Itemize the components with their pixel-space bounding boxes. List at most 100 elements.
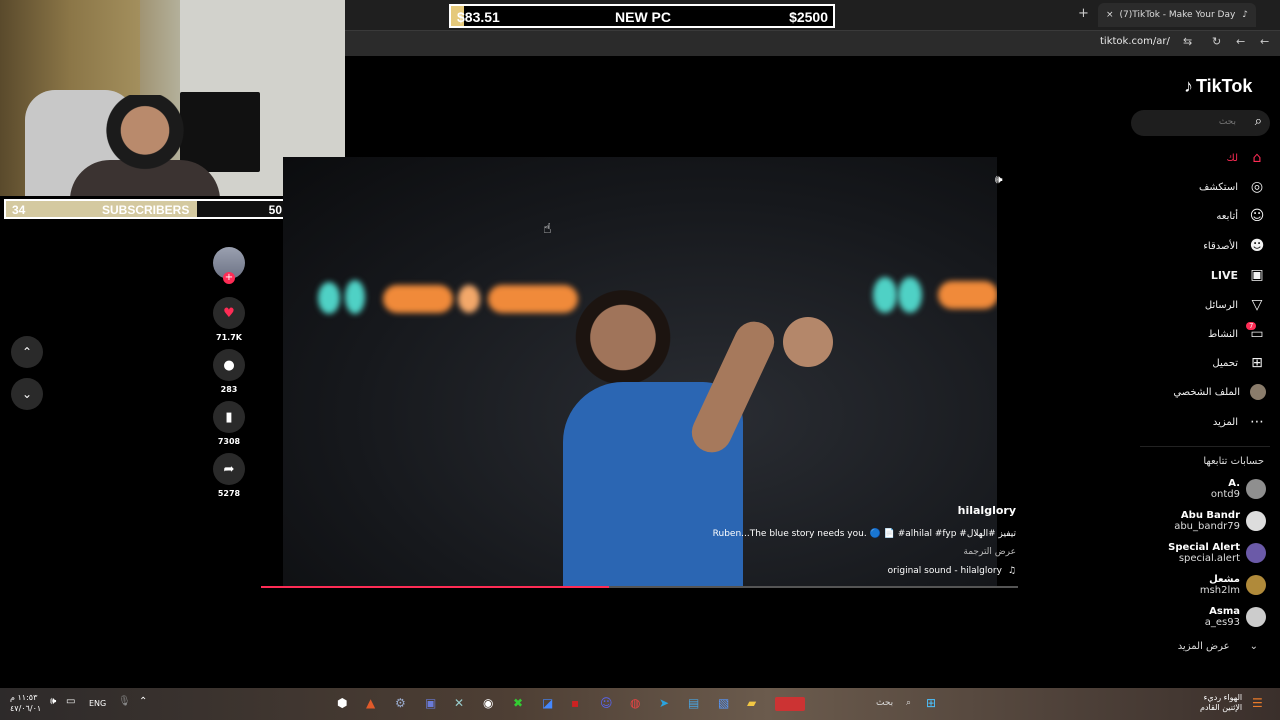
- nav-following[interactable]: أتابعه ☺: [1216, 208, 1266, 224]
- following-section-title: حسابات تتابعها: [1203, 456, 1264, 467]
- chevron-down-icon: ⌄: [21, 387, 33, 401]
- app-icon[interactable]: ▧: [718, 696, 729, 710]
- avatar: [1246, 511, 1266, 531]
- volume-icon[interactable]: 🕪: [995, 172, 1003, 187]
- app-thumbnail-icon[interactable]: [775, 697, 805, 711]
- translate-link[interactable]: عرض الترجمة: [963, 547, 1016, 557]
- tray-overflow-icon[interactable]: ⌃: [139, 696, 147, 707]
- video-sound[interactable]: original sound - hilalglory ♫: [888, 566, 1016, 576]
- taskbar-search[interactable]: بحث ⌕: [876, 698, 911, 708]
- activity-icon: ▭ 7: [1246, 322, 1266, 342]
- following-account[interactable]: مشعل msh2lm: [1200, 574, 1266, 596]
- nav-upload[interactable]: تحميل ⊞: [1212, 355, 1266, 371]
- search-icon[interactable]: ⌕: [1255, 114, 1262, 129]
- telegram-icon[interactable]: ➤: [659, 696, 669, 710]
- nav-profile[interactable]: الملف الشخصي: [1173, 384, 1266, 400]
- comment-button[interactable]: ● 283: [213, 349, 245, 394]
- see-more-button[interactable]: عرض المزيد ⌄: [1178, 641, 1258, 652]
- save-button[interactable]: ▮ 7308: [213, 401, 245, 446]
- clock-time: ١١:٥٣ م: [10, 693, 38, 702]
- discord-icon[interactable]: ☺: [600, 696, 613, 710]
- store-icon[interactable]: ▤: [688, 696, 699, 710]
- nav-label: استكشف: [1199, 181, 1238, 193]
- bokeh-light: [938, 281, 997, 309]
- forward-icon[interactable]: ←: [1260, 35, 1269, 48]
- more-icon: ⋯: [1250, 414, 1264, 430]
- tiktok-note-icon: ♪: [1184, 76, 1193, 96]
- app-icon[interactable]: ⬢: [337, 696, 347, 710]
- avatar: [1246, 543, 1266, 563]
- player-head: [563, 277, 683, 387]
- app-icon[interactable]: ◉: [483, 696, 493, 710]
- search-placeholder: بحث: [1218, 117, 1236, 127]
- tab-title: (7)TikTok - Make Your Day: [1119, 10, 1236, 20]
- url-text[interactable]: tiktok.com/ar/: [1100, 36, 1170, 47]
- like-button[interactable]: ♥ 71.7K: [213, 297, 245, 342]
- bokeh-light: [458, 285, 480, 313]
- nav-label: الرسائل: [1204, 299, 1238, 311]
- nav-label: أتابعه: [1216, 210, 1238, 222]
- taskbar-clock[interactable]: ١١:٥٣ م ٤٧/٠٦/٠١: [10, 692, 41, 714]
- following-account[interactable]: Abu Bandr abu_bandr79: [1174, 510, 1266, 532]
- nav-for-you[interactable]: لك ⌂: [1227, 150, 1266, 166]
- share-count: 5278: [217, 489, 241, 498]
- weather-widget[interactable]: الهواء رديء الإثنين القادم: [1200, 693, 1242, 713]
- save-count: 7308: [217, 437, 241, 446]
- close-tab-icon[interactable]: ×: [1106, 10, 1114, 20]
- nav-explore[interactable]: استكشف ◎: [1199, 179, 1266, 195]
- follow-plus-icon[interactable]: +: [223, 272, 235, 284]
- language-indicator[interactable]: ENG: [89, 699, 106, 708]
- video-username[interactable]: hilalglory: [958, 504, 1016, 517]
- weather-line2: الإثنين القادم: [1200, 703, 1243, 712]
- windows-start-icon[interactable]: ⊞: [926, 696, 936, 710]
- browser-tab[interactable]: × (7)TikTok - Make Your Day ♪: [1098, 3, 1256, 27]
- heart-icon: ♥: [213, 297, 245, 329]
- tiktok-logo[interactable]: ♪ TikTok: [1184, 76, 1252, 97]
- app-icon[interactable]: ✕: [454, 696, 464, 710]
- previous-video-button[interactable]: ⌃: [11, 336, 43, 368]
- volume-tray-icon[interactable]: 🕪: [50, 696, 56, 707]
- account-name: Asma: [1209, 606, 1240, 617]
- video-progress-fill: [261, 586, 610, 588]
- nav-label: النشاط: [1207, 328, 1238, 340]
- next-video-button[interactable]: ⌄: [11, 378, 43, 410]
- donation-goal-bar: $83.51 NEW PC $2500: [449, 4, 835, 28]
- new-tab-button[interactable]: +: [1078, 6, 1089, 21]
- share-button[interactable]: ➦ 5278: [213, 453, 245, 498]
- nav-messages[interactable]: الرسائل ▽: [1205, 297, 1266, 313]
- nav-label: LIVE: [1210, 268, 1238, 282]
- tiktok-logo-text: TikTok: [1196, 76, 1253, 96]
- app-icon[interactable]: ◪: [542, 696, 553, 710]
- file-explorer-icon[interactable]: ▰: [747, 696, 756, 710]
- back-icon[interactable]: ←: [1236, 35, 1245, 48]
- following-account[interactable]: Asma a_es93: [1205, 606, 1266, 628]
- account-handle: msh2lm: [1199, 585, 1240, 596]
- following-account[interactable]: Special Alert special.alert: [1168, 542, 1266, 564]
- weather-icon: ☰: [1252, 696, 1263, 710]
- app-icon[interactable]: ▲: [366, 696, 375, 710]
- site-settings-icon[interactable]: ⇆: [1183, 35, 1192, 48]
- chrome-icon[interactable]: ◍: [630, 696, 640, 710]
- bokeh-light: [318, 282, 340, 314]
- compass-icon: ◎: [1250, 179, 1264, 195]
- steam-icon[interactable]: ⚙: [395, 696, 406, 710]
- nav-live[interactable]: LIVE ▣: [1211, 267, 1266, 283]
- nav-activity[interactable]: النشاط ▭ 7: [1207, 322, 1266, 342]
- subscribers-goal-bar: 34 SUBSCRIBERS 50: [4, 199, 289, 219]
- player-fist: [783, 317, 833, 367]
- video-player[interactable]: [283, 157, 997, 588]
- search-input[interactable]: بحث ⌕: [1131, 110, 1270, 136]
- app-icon[interactable]: ▣: [425, 696, 436, 710]
- nav-friends[interactable]: الأصدقاء ☻: [1203, 238, 1266, 254]
- donation-current: $83.51: [457, 9, 500, 25]
- share-icon: ➦: [213, 453, 245, 485]
- avatar: [1246, 607, 1266, 627]
- following-account[interactable]: A. ontd9: [1211, 478, 1266, 500]
- reload-icon[interactable]: ↻: [1212, 35, 1221, 48]
- nav-more[interactable]: المزيد ⋯: [1213, 414, 1266, 430]
- microphone-tray-icon[interactable]: 🎙: [118, 696, 131, 707]
- xbox-icon[interactable]: ✖: [513, 696, 523, 710]
- network-tray-icon[interactable]: ▭: [66, 696, 75, 707]
- app-icon[interactable]: ▪: [571, 696, 579, 710]
- account-handle: abu_bandr79: [1174, 521, 1240, 532]
